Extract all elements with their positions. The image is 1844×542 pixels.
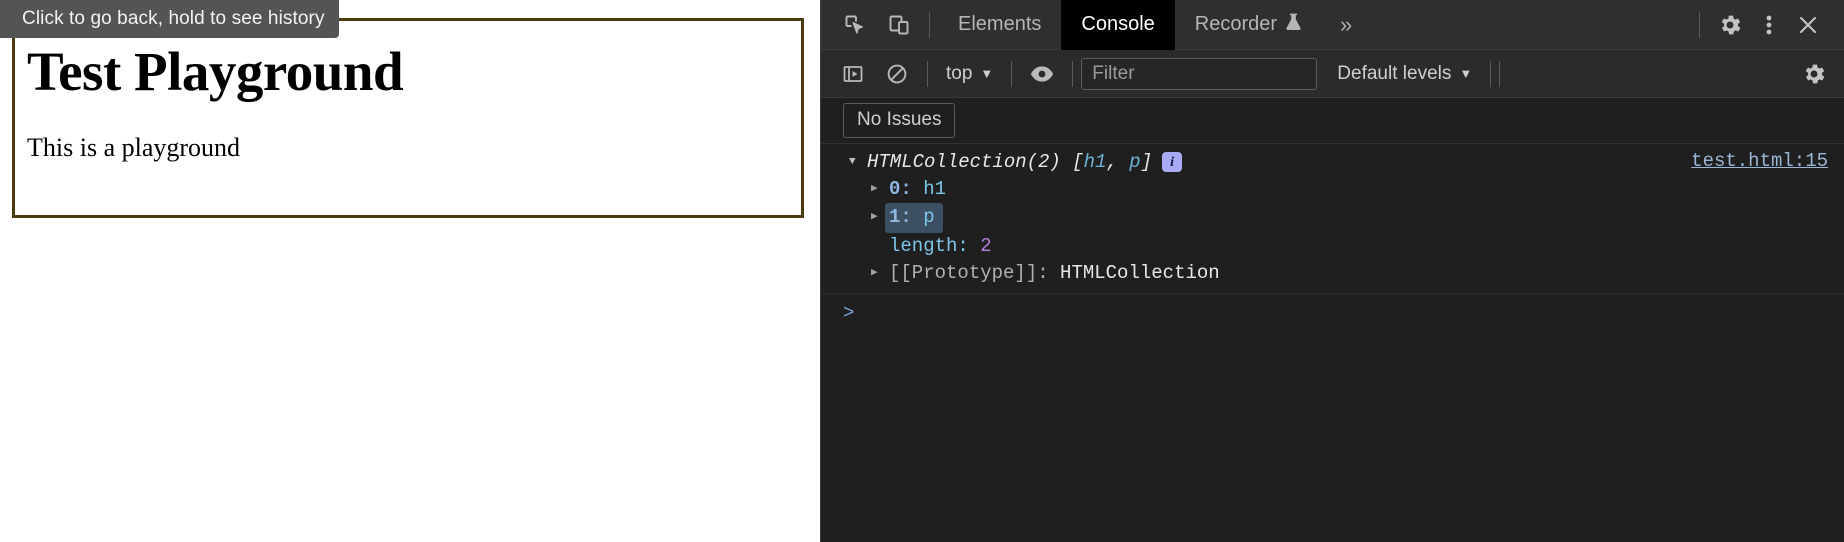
property-key: 0 [889, 177, 901, 200]
preview-comma: , [1106, 151, 1130, 173]
property-entry: [[Prototype]]: HTMLCollection [889, 260, 1220, 287]
console-message[interactable]: test.html:15 ▼ HTMLCollection(2) [h1, p]… [821, 144, 1844, 294]
prompt-chevron-icon: > [843, 301, 855, 324]
no-issues-button[interactable]: No Issues [843, 103, 956, 138]
chevron-down-icon: ▼ [980, 66, 994, 81]
object-constructor: HTMLCollection(2) [867, 151, 1061, 173]
console-sidebar-icon[interactable] [831, 55, 875, 93]
page-paragraph: This is a playground [27, 132, 241, 162]
console-toolbar: top ▼ Default levels ▼ [821, 50, 1844, 98]
experiment-flask-icon [1285, 12, 1302, 38]
expand-triangle-icon[interactable]: ▶ [871, 212, 885, 223]
property-value: p [923, 205, 935, 228]
console-toolbar-divider-1 [927, 60, 928, 87]
execution-context-label: top [946, 62, 973, 84]
expand-triangle-icon[interactable]: ▶ [871, 267, 885, 279]
execution-context-selector[interactable]: top ▼ [936, 58, 1003, 90]
console-toolbar-divider-2 [1011, 60, 1013, 87]
console-property-row[interactable]: ▶ [[Prototype]]: HTMLCollection [821, 260, 1844, 287]
console-prompt[interactable]: > [821, 294, 1844, 324]
console-toolbar-divider-5 [1499, 60, 1501, 87]
property-value: 2 [980, 234, 992, 257]
preview-item-0: h1 [1083, 151, 1107, 173]
tabbar-actions [1691, 6, 1844, 44]
console-property-row[interactable]: ▶ length: 2 [821, 233, 1844, 260]
source-location-link[interactable]: test.html:15 [1691, 150, 1828, 172]
info-badge-icon[interactable]: i [1162, 152, 1183, 173]
property-separator: : [900, 177, 912, 200]
device-toolbar-icon[interactable] [877, 6, 921, 44]
browser-page-viewport: Test Playground This is a playground Cli… [0, 0, 820, 542]
property-key: 1 [889, 205, 901, 228]
object-preview: HTMLCollection(2) [h1, p] [867, 149, 1152, 176]
close-icon[interactable] [1786, 6, 1830, 44]
page-title: Test Playground [27, 41, 404, 102]
property-separator: : [1037, 261, 1049, 284]
kebab-menu-icon[interactable] [1752, 6, 1786, 44]
filter-input[interactable] [1081, 57, 1318, 90]
devtools-tabbar: Elements Console Recorder » [821, 0, 1844, 50]
preview-bracket-open: [ [1072, 151, 1084, 173]
property-entry-selected[interactable]: 1: p [885, 202, 943, 233]
console-toolbar-divider-4 [1490, 60, 1492, 87]
devtools-panel: Elements Console Recorder » top ▼ Filter… [820, 0, 1844, 542]
property-entry: 0: h1 [889, 176, 946, 203]
console-property-row[interactable]: ▶ 1: p [821, 202, 1844, 233]
console-output[interactable]: test.html:15 ▼ HTMLCollection(2) [h1, p]… [821, 144, 1844, 542]
log-levels-label: Default levels [1337, 62, 1452, 84]
property-key: length [889, 234, 958, 257]
back-button-tooltip: Click to go back, hold to see history [0, 0, 339, 38]
tab-console-label: Console [1081, 13, 1155, 35]
property-value: HTMLCollection [1060, 261, 1220, 284]
preview-space [1061, 151, 1072, 173]
tab-recorder-label: Recorder [1194, 13, 1278, 35]
tabbar-overflow-button[interactable]: » [1322, 0, 1370, 50]
property-entry: length: 2 [889, 233, 992, 260]
tab-recorder[interactable]: Recorder [1175, 0, 1322, 50]
property-separator: : [957, 234, 969, 257]
clear-console-icon[interactable] [875, 55, 919, 93]
tab-elements-label: Elements [958, 13, 1042, 35]
property-separator: : [900, 205, 912, 228]
expand-triangle-icon[interactable]: ▶ [871, 183, 885, 195]
inspect-cursor-icon[interactable] [833, 6, 877, 44]
preview-item-1: p [1129, 151, 1141, 173]
gear-icon[interactable] [1792, 55, 1836, 93]
log-levels-selector[interactable]: Default levels ▼ [1327, 58, 1482, 90]
expand-triangle-open-icon[interactable]: ▼ [849, 156, 863, 168]
page-content-frame: Test Playground This is a playground [12, 18, 804, 218]
preview-bracket-close: ] [1140, 151, 1153, 173]
tabbar-divider [929, 11, 930, 38]
tab-elements[interactable]: Elements [938, 0, 1061, 50]
issues-bar: No Issues [821, 98, 1844, 144]
console-toolbar-divider-3 [1072, 60, 1074, 87]
chevron-down-icon: ▼ [1459, 66, 1473, 81]
gear-icon[interactable] [1708, 6, 1752, 44]
tab-console[interactable]: Console [1061, 0, 1175, 50]
screen-root: Test Playground This is a playground Cli… [0, 0, 1844, 542]
live-expression-eye-icon[interactable] [1020, 55, 1064, 93]
console-property-row[interactable]: ▶ 0: h1 [821, 176, 1844, 203]
tabbar-actions-divider [1699, 11, 1700, 38]
property-value: h1 [923, 177, 947, 200]
property-key: [[Prototype]] [889, 261, 1038, 284]
